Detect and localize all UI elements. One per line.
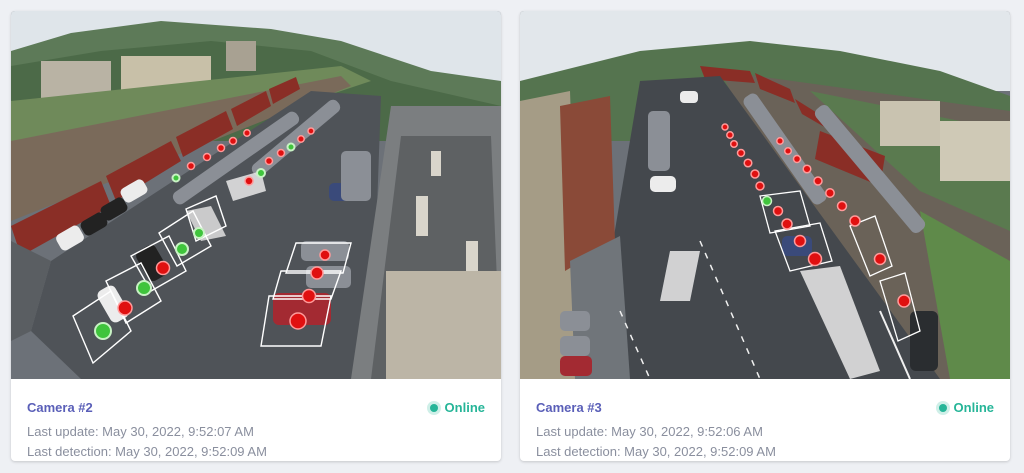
status-badge: Online [429, 400, 485, 415]
online-status-dot-icon [429, 403, 438, 412]
camera-card[interactable]: Camera #2 Online Last update: May 30, 20… [11, 11, 501, 461]
camera-name-link[interactable]: Camera #3 [536, 400, 602, 415]
camera-grid: Camera #2 Online Last update: May 30, 20… [0, 0, 1024, 473]
last-update-text: Last update: May 30, 2022, 9:52:07 AM [27, 424, 254, 439]
camera-feed-image[interactable] [11, 11, 501, 379]
camera-card[interactable]: Camera #3 Online Last update: May 30, 20… [520, 11, 1010, 461]
last-detection-text: Last detection: May 30, 2022, 9:52:09 AM [27, 444, 267, 459]
online-status-dot-icon [938, 403, 947, 412]
last-update-text: Last update: May 30, 2022, 9:52:06 AM [536, 424, 763, 439]
camera-name-link[interactable]: Camera #2 [27, 400, 93, 415]
status-badge: Online [938, 400, 994, 415]
camera-info: Camera #2 Online Last update: May 30, 20… [11, 379, 501, 461]
last-detection-text: Last detection: May 30, 2022, 9:52:09 AM [536, 444, 776, 459]
camera-feed-image[interactable] [520, 11, 1010, 379]
status-label: Online [444, 400, 485, 415]
status-label: Online [953, 400, 994, 415]
camera-info: Camera #3 Online Last update: May 30, 20… [520, 379, 1010, 461]
